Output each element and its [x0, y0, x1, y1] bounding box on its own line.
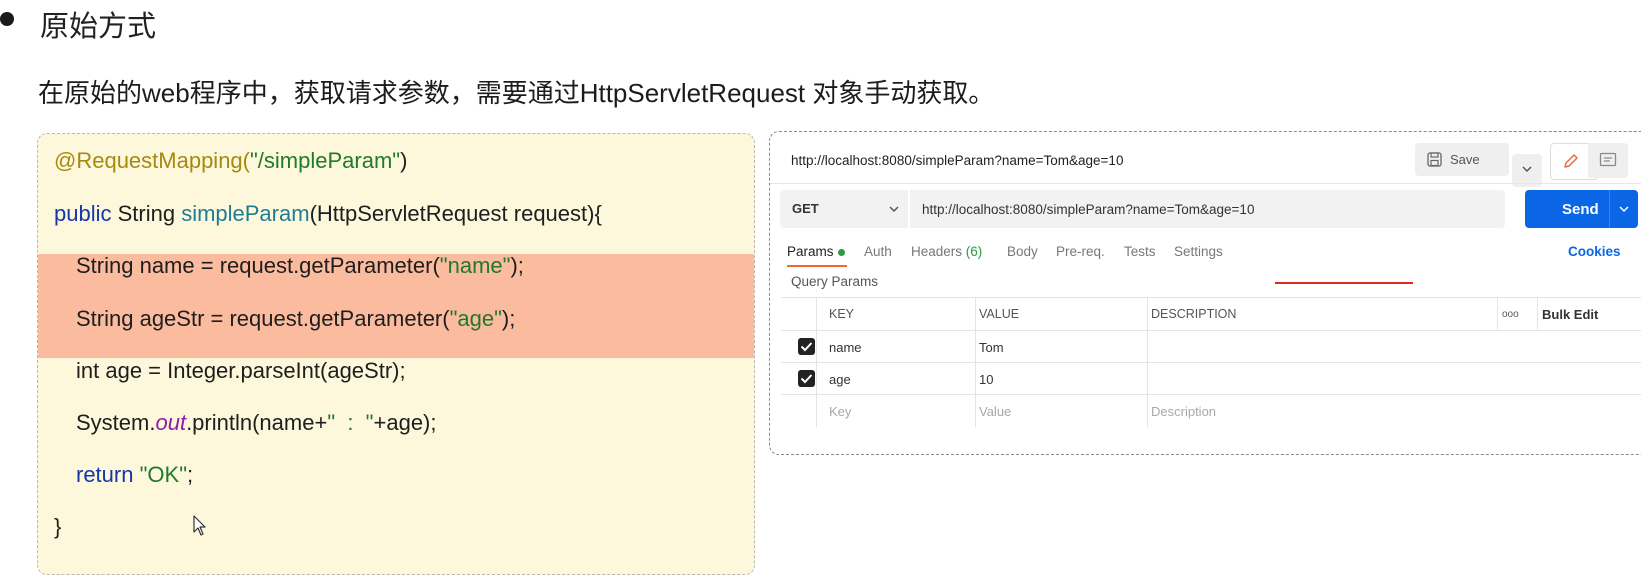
code-line-6: System.out.println(name+" : "+age); [76, 410, 437, 436]
row-checkbox[interactable] [798, 338, 815, 355]
col-value-header: VALUE [979, 307, 1020, 321]
code-panel: @RequestMapping("/simpleParam") public S… [37, 133, 755, 575]
column-divider [816, 297, 817, 427]
tab-tests[interactable]: Tests [1124, 244, 1156, 259]
code-text: String ageStr = request.getParameter( [76, 306, 450, 331]
code-line-8: } [54, 514, 62, 539]
string-literal: "age" [449, 306, 502, 331]
mouse-pointer-icon [193, 515, 206, 536]
active-tab-indicator [787, 265, 847, 267]
col-key-header: KEY [829, 307, 855, 321]
chevron-down-icon [889, 206, 899, 213]
checkmark-icon [800, 374, 813, 384]
static-field: out [155, 410, 187, 435]
tab-params[interactable]: Params [787, 244, 845, 259]
column-divider [1147, 297, 1148, 427]
postman-request-panel: http://localhost:8080/simpleParam?name=T… [769, 131, 1641, 455]
url-value: http://localhost:8080/simpleParam?name=T… [922, 202, 1255, 217]
keyword: return [76, 462, 140, 487]
tab-prereq[interactable]: Pre-req. [1056, 244, 1105, 259]
col-description-header: DESCRIPTION [1151, 307, 1237, 321]
tab-body[interactable]: Body [1007, 244, 1038, 259]
url-input[interactable]: http://localhost:8080/simpleParam?name=T… [910, 190, 1505, 284]
tab-auth[interactable]: Auth [864, 244, 892, 259]
code-text: (HttpServletRequest request){ [309, 201, 602, 226]
send-button[interactable]: Send [1525, 190, 1638, 228]
string-literal: "name" [439, 253, 511, 278]
query-params-label: Query Params [791, 274, 879, 289]
code-text: +age); [373, 410, 437, 435]
save-button[interactable]: Save [1415, 143, 1542, 187]
row-key[interactable]: age [829, 372, 851, 387]
chevron-down-icon [1619, 206, 1629, 213]
slide-heading: 原始方式 [40, 11, 157, 43]
code-line-7: return "OK"; [76, 462, 193, 488]
tab-settings[interactable]: Settings [1174, 244, 1223, 259]
request-title: http://localhost:8080/simpleParam?name=T… [791, 153, 1124, 168]
description-placeholder[interactable]: Description [1151, 404, 1216, 419]
slide-intro: 在原始的web程序中，获取请求参数，需要通过HttpServletRequest… [38, 78, 995, 108]
key-placeholder[interactable]: Key [829, 404, 851, 419]
save-label: Save [1450, 152, 1480, 167]
code-line-3: String name = request.getParameter("name… [76, 253, 524, 279]
string-literal: "OK" [139, 462, 187, 487]
table-row-new: Key Value Description [781, 394, 1641, 427]
code-text: ); [501, 306, 516, 331]
tab-params-label: Params [787, 244, 834, 259]
send-separator [1609, 190, 1610, 228]
column-divider [1497, 297, 1498, 330]
code-line-4: String ageStr = request.getParameter("ag… [76, 306, 515, 332]
value-placeholder[interactable]: Value [979, 404, 1011, 419]
pencil-icon [1564, 154, 1578, 168]
method-select[interactable]: GET [780, 190, 908, 228]
chevron-down-icon [1522, 166, 1532, 173]
code-text: ); [510, 253, 524, 278]
code-text: String [111, 201, 182, 226]
string-literal: "/simpleParam" [250, 148, 401, 173]
bulk-edit-link[interactable]: Bulk Edit [1542, 307, 1598, 322]
cookies-link[interactable]: Cookies [1568, 244, 1621, 259]
code-text: ; [187, 462, 194, 487]
string-literal: " : " [327, 410, 374, 435]
table-header-row: KEY VALUE DESCRIPTION ooo Bulk Edit [781, 297, 1641, 330]
column-divider [1537, 297, 1538, 330]
bullet-icon [0, 12, 14, 26]
tab-headers-label: Headers [911, 244, 963, 259]
query-underline [1275, 282, 1413, 284]
code-text: ) [400, 148, 408, 173]
row-checkbox[interactable] [798, 370, 815, 387]
column-divider [975, 297, 976, 427]
row-value[interactable]: 10 [979, 372, 993, 387]
code-text: System. [76, 410, 156, 435]
row-value[interactable]: Tom [979, 340, 1004, 355]
method-name: simpleParam [181, 201, 310, 226]
comments-button[interactable] [1588, 143, 1628, 178]
more-options-icon[interactable]: ooo [1502, 309, 1519, 320]
table-row: name Tom [781, 330, 1641, 363]
code-line-5: int age = Integer.parseInt(ageStr); [76, 358, 406, 383]
annotation: @RequestMapping( [54, 148, 250, 173]
headers-count: (6) [965, 244, 983, 259]
header-divider [770, 183, 1641, 184]
code-text: String name = request.getParameter( [76, 253, 440, 278]
send-label: Send [1562, 201, 1599, 218]
method-label: GET [792, 201, 819, 216]
tab-headers[interactable]: Headers (6) [911, 244, 982, 259]
row-key[interactable]: name [829, 340, 862, 355]
code-line-2: public String simpleParam(HttpServletReq… [54, 201, 602, 227]
table-row: age 10 [781, 362, 1641, 395]
code-text: .println(name+ [186, 410, 328, 435]
keyword: public [54, 201, 112, 226]
code-line-1: @RequestMapping("/simpleParam") [54, 148, 407, 174]
save-icon [1427, 152, 1442, 167]
checkmark-icon [800, 342, 813, 352]
active-dot-icon [837, 248, 845, 256]
comment-icon [1599, 152, 1617, 167]
